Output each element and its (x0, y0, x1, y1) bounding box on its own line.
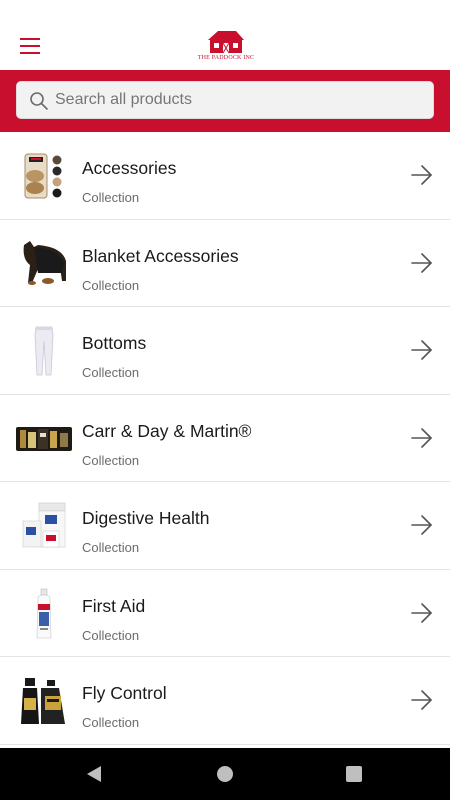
arrow-right-icon[interactable] (410, 164, 434, 186)
collection-subtitle: Collection (82, 540, 140, 555)
collection-title: Carr & Day & Martin® (82, 420, 252, 441)
collection-title: First Aid (82, 595, 146, 616)
horse-blanket-thumbnail (16, 238, 72, 290)
collection-row-fly-control[interactable]: Fly Control Collection (0, 657, 450, 745)
collection-subtitle: Collection (82, 452, 140, 468)
collection-row-digestive-health[interactable]: Digestive Health Collection (0, 482, 450, 570)
collection-title: Blanket Accessories (82, 245, 239, 266)
collection-subtitle: Collection (82, 190, 140, 205)
spray-bottle-thumbnail (16, 588, 72, 640)
back-triangle-icon[interactable] (86, 765, 102, 783)
search-icon (30, 92, 48, 110)
accessories-thumbnail (16, 150, 72, 202)
riding-pants-thumbnail (16, 325, 72, 377)
collection-title: Fly Control (82, 683, 167, 703)
search-band (0, 70, 450, 132)
collection-row-blanket-accessories[interactable]: Blanket Accessories Collection (0, 220, 450, 307)
collection-subtitle: Collection (82, 277, 140, 293)
arrow-right-icon[interactable] (410, 602, 434, 624)
recent-apps-square-icon[interactable] (346, 766, 362, 782)
system-navigation-bar (0, 748, 450, 800)
collection-title: Bottoms (82, 333, 147, 353)
app-header: THE PADDOCK INC (0, 0, 450, 70)
search-input[interactable] (55, 82, 425, 118)
collection-row-accessories[interactable]: Accessories Collection (0, 132, 450, 220)
paddock-logo[interactable]: THE PADDOCK INC (190, 28, 262, 68)
search-box[interactable] (16, 81, 434, 119)
arrow-right-icon[interactable] (410, 339, 434, 361)
collection-subtitle: Collection (82, 715, 140, 730)
collection-row-bottoms[interactable]: Bottoms Collection (0, 307, 450, 395)
logo-text: THE PADDOCK INC (197, 55, 255, 61)
supplement-tubs-thumbnail (16, 500, 72, 552)
collection-list: Accessories Collection Blanket Accessori… (0, 132, 450, 745)
arrow-right-icon[interactable] (410, 252, 434, 274)
collection-row-first-aid[interactable]: First Aid Collection (0, 570, 450, 657)
collection-row-carr-day-martin[interactable]: Carr & Day & Martin® Collection (0, 395, 450, 482)
carr-day-martin-banner-thumbnail (16, 413, 72, 465)
home-circle-icon[interactable] (217, 766, 233, 782)
collection-subtitle: Collection (82, 627, 140, 643)
collection-title: Accessories (82, 158, 177, 178)
arrow-right-icon[interactable] (410, 514, 434, 536)
arrow-right-icon[interactable] (410, 689, 434, 711)
collection-subtitle: Collection (82, 365, 140, 380)
arrow-right-icon[interactable] (410, 427, 434, 449)
fly-spray-bottles-thumbnail (16, 675, 72, 727)
collection-title: Digestive Health (82, 508, 210, 528)
barn-icon (208, 31, 244, 54)
hamburger-menu-icon[interactable] (20, 38, 44, 58)
